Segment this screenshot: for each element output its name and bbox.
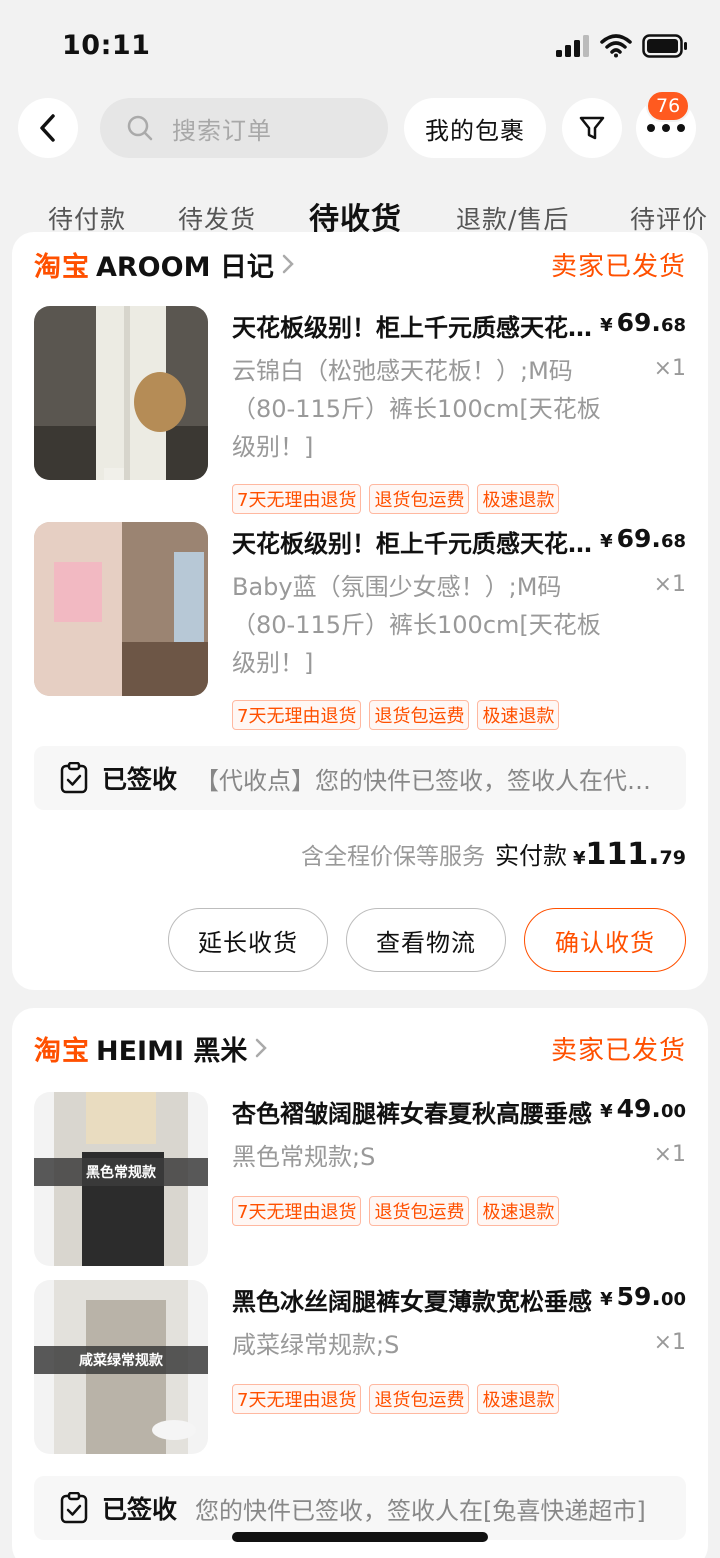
total-service-note: 含全程价保等服务: [300, 844, 485, 870]
taobao-logo: 淘宝: [34, 1035, 90, 1067]
service-tags: 7天无理由退货 退货包运费 极速退款: [232, 484, 560, 514]
confirm-receipt-button[interactable]: 确认收货: [524, 908, 686, 972]
thumb-caption: 黑色常规款: [86, 1164, 157, 1181]
shop-header[interactable]: 淘宝 HEIMI 黑米 卖家已发货: [34, 1028, 686, 1068]
product-price: ¥69.68: [600, 308, 686, 337]
wifi-icon: [600, 34, 632, 58]
tag-fast-refund: 极速退款: [477, 1196, 560, 1226]
battery-icon: [642, 34, 687, 58]
thumb-caption: 咸菜绿常规款: [79, 1352, 164, 1369]
order-item[interactable]: 天花板级别！柜上千元质感天花板阔腿裤 ¥69.68 云锦白（松弛感天花板！）;M…: [34, 306, 686, 514]
clipboard-check-icon: [60, 762, 88, 794]
filter-icon: [579, 116, 605, 140]
notification-badge: 76: [646, 90, 691, 122]
view-logistics-button[interactable]: 查看物流: [346, 908, 506, 972]
service-tags: 7天无理由退货 退货包运费 极速退款: [232, 1196, 560, 1226]
tag-fast-refund: 极速退款: [477, 700, 560, 730]
tab-pending-review[interactable]: 待评价: [630, 200, 708, 236]
service-tags: 7天无理由退货 退货包运费 极速退款: [232, 1384, 560, 1414]
back-arrow-icon: [40, 114, 55, 142]
more-dots-icon: [647, 124, 685, 132]
product-image[interactable]: [34, 522, 208, 696]
product-price: ¥59.00: [600, 1282, 686, 1311]
chevron-right-icon: [256, 1038, 268, 1058]
signed-label: 已签收: [102, 765, 178, 794]
product-sku: 咸菜绿常规款;S: [232, 1331, 400, 1359]
tag-fast-refund: 极速退款: [477, 484, 560, 514]
logistics-bar[interactable]: 已签收 您的快件已签收，签收人在[兔喜快递超市]: [34, 1476, 686, 1540]
product-title[interactable]: 天花板级别！柜上千元质感天花板阔腿裤: [232, 524, 592, 559]
signed-label: 已签收: [102, 1495, 178, 1524]
shop-name: HEIMI 黑米: [96, 1035, 248, 1067]
search-icon: [127, 115, 153, 141]
tag-7day-return: 7天无理由退货: [232, 1196, 362, 1226]
product-quantity: ×1: [653, 356, 686, 381]
product-image[interactable]: 咸菜绿常规款: [34, 1280, 208, 1454]
product-image[interactable]: 黑色常规款: [34, 1092, 208, 1266]
tag-return-shipping: 退货包运费: [369, 700, 470, 730]
order-item[interactable]: 黑色常规款 杏色褶皱阔腿裤女春夏秋高腰垂感 ¥49.00 黑色常规款;S ×1 …: [34, 1092, 686, 1282]
search-placeholder: 搜索订单: [172, 116, 272, 145]
tag-7day-return: 7天无理由退货: [232, 700, 362, 730]
clipboard-check-icon: [60, 1492, 88, 1524]
product-image[interactable]: [34, 306, 208, 480]
logistics-text: 您的快件已签收，签收人在[兔喜快递超市]: [195, 1496, 646, 1525]
order-card: 淘宝 HEIMI 黑米 卖家已发货 黑色常规款 杏色褶皱阔腿裤女春夏秋高腰垂感 …: [12, 1008, 708, 1558]
product-price: ¥69.68: [600, 524, 686, 553]
taobao-logo: 淘宝: [34, 251, 90, 283]
product-quantity: ×1: [653, 572, 686, 597]
service-tags: 7天无理由退货 退货包运费 极速退款: [232, 700, 560, 730]
filter-button[interactable]: [562, 98, 622, 158]
status-time: 10:11: [62, 30, 151, 61]
tag-return-shipping: 退货包运费: [369, 484, 470, 514]
product-quantity: ×1: [653, 1330, 686, 1355]
shop-header[interactable]: 淘宝 AROOM 日记 卖家已发货: [34, 244, 686, 284]
logistics-bar[interactable]: 已签收 【代收点】您的快件已签收，签收人在代收点: [34, 746, 686, 810]
total-label: 实付款: [494, 842, 567, 870]
tab-pending-shipment[interactable]: 待发货: [178, 200, 256, 236]
product-title[interactable]: 天花板级别！柜上千元质感天花板阔腿裤: [232, 308, 592, 343]
product-sku: 云锦白（松弛感天花板！）;M码（80-115斤）裤长100cm[天花板级别！]: [232, 357, 601, 461]
tag-7day-return: 7天无理由退货: [232, 484, 362, 514]
home-indicator[interactable]: [232, 1532, 488, 1542]
cellular-signal-icon: [556, 35, 589, 57]
tab-refund-aftersale[interactable]: 退款/售后: [456, 200, 569, 236]
order-item[interactable]: 咸菜绿常规款 黑色冰丝阔腿裤女夏薄款宽松垂感 ¥59.00 咸菜绿常规款;S ×…: [34, 1280, 686, 1470]
product-title[interactable]: 杏色褶皱阔腿裤女春夏秋高腰垂感: [232, 1094, 592, 1129]
shop-name: AROOM 日记: [96, 251, 274, 283]
product-sku: Baby蓝（氛围少女感！）;M码（80-115斤）裤长100cm[天花板级别！]: [232, 573, 601, 677]
tag-return-shipping: 退货包运费: [369, 1196, 470, 1226]
status-bar: 10:11: [0, 0, 720, 90]
order-status: 卖家已发货: [550, 251, 686, 282]
order-status: 卖家已发货: [550, 1035, 686, 1066]
top-bar: 搜索订单 我的包裹: [0, 96, 720, 162]
tag-7day-return: 7天无理由退货: [232, 1384, 362, 1414]
product-sku: 黑色常规款;S: [232, 1143, 376, 1171]
order-total: 含全程价保等服务 实付款 ¥111. 79: [300, 837, 686, 872]
back-button[interactable]: [18, 98, 78, 158]
search-input[interactable]: 搜索订单: [100, 98, 388, 158]
my-packages-button[interactable]: 我的包裹: [404, 98, 546, 158]
order-card: 淘宝 AROOM 日记 卖家已发货 天花板级别！柜上千元质感天花板阔腿裤 ¥69…: [12, 232, 708, 990]
product-title[interactable]: 黑色冰丝阔腿裤女夏薄款宽松垂感: [232, 1282, 592, 1317]
tab-pending-payment[interactable]: 待付款: [48, 200, 126, 236]
product-price: ¥49.00: [600, 1094, 686, 1123]
tag-fast-refund: 极速退款: [477, 1384, 560, 1414]
extend-receipt-button[interactable]: 延长收货: [168, 908, 328, 972]
logistics-text: 【代收点】您的快件已签收，签收人在代收点: [195, 766, 676, 795]
product-quantity: ×1: [653, 1142, 686, 1167]
total-amount: 111.: [585, 837, 660, 872]
order-item[interactable]: 天花板级别！柜上千元质感天花板阔腿裤 ¥69.68 Baby蓝（氛围少女感！）;…: [34, 522, 686, 730]
chevron-right-icon: [282, 254, 294, 274]
tag-return-shipping: 退货包运费: [369, 1384, 470, 1414]
system-icons: [556, 34, 688, 58]
